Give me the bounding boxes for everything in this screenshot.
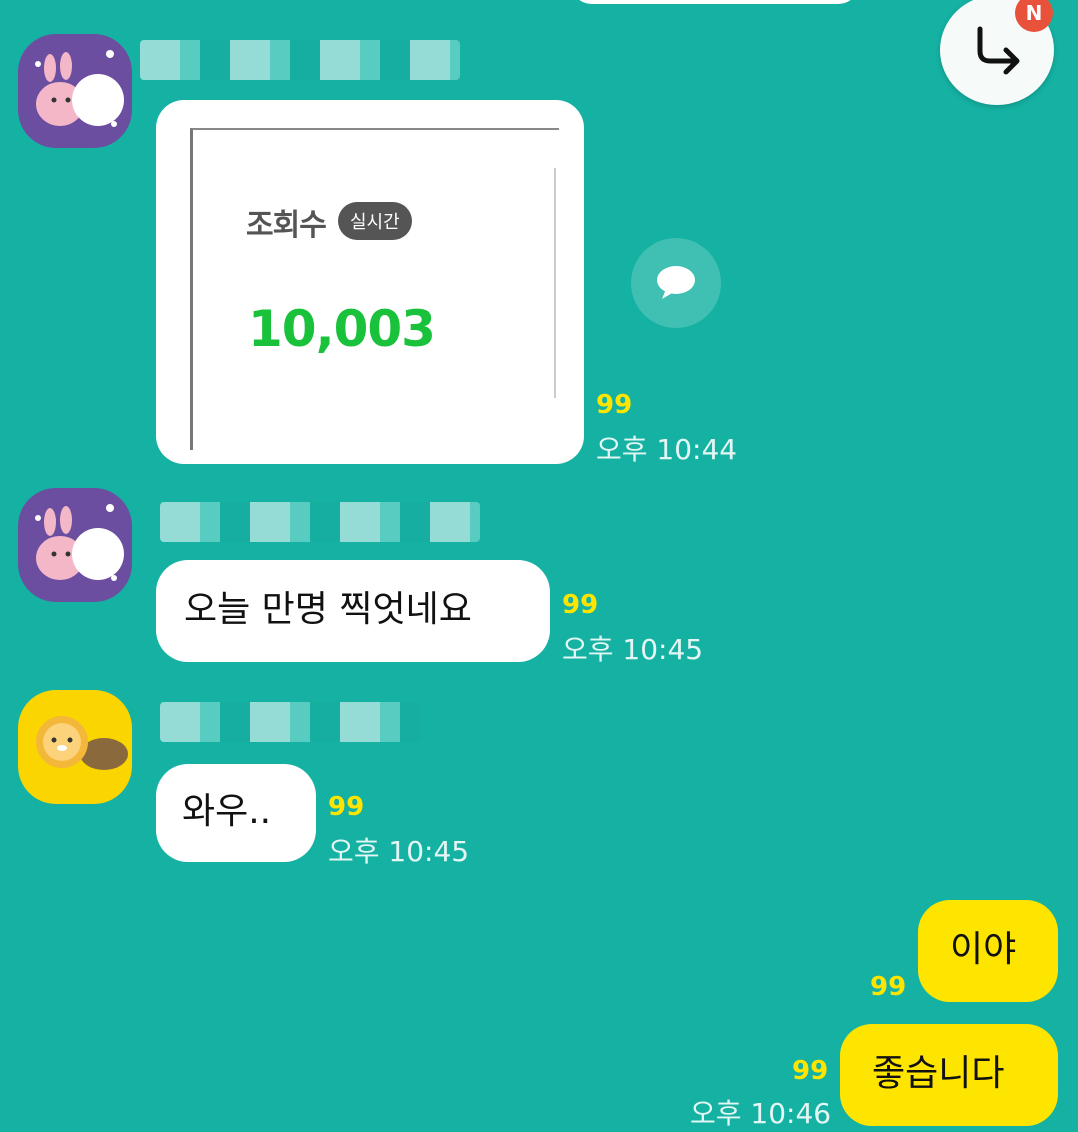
timestamp: 오후 10:45 [328,835,470,868]
rabbit-avatar-icon [35,50,124,127]
sender-name [160,702,420,742]
message-bubble[interactable]: 오늘 만명 찍엇네요 [156,560,550,662]
message-text: 이야 [950,929,1017,970]
share-chat-icon [657,266,695,299]
message-text: 오늘 만명 찍엇네요 [184,589,472,630]
lion-avatar-icon [36,716,128,770]
screenshot-edge [554,168,556,398]
read-count: 99 [596,390,633,420]
image-message[interactable]: 조회수 실시간 10,003 [156,100,584,464]
read-count: 99 [792,1056,829,1086]
sender-name [160,502,480,542]
timestamp: 오후 10:45 [562,633,704,666]
my-message-bubble[interactable]: 이야 [918,900,1058,1002]
read-count: 99 [328,792,365,822]
avatar[interactable] [18,690,132,804]
my-message-bubble[interactable]: 좋습니다 [840,1024,1058,1126]
message-text: 좋습니다 [872,1053,1005,1094]
message-text: 와우.. [182,791,272,832]
sender-name [140,40,460,80]
avatar[interactable] [18,34,132,148]
read-count: 99 [870,972,907,1002]
read-count: 99 [562,590,599,620]
reply-arrow-icon [977,26,1020,75]
share-button[interactable] [631,238,721,328]
previous-message-bubble[interactable] [570,0,860,4]
timestamp: 오후 10:44 [596,433,738,466]
views-count: 10,003 [248,300,436,358]
screenshot-frame [190,128,559,450]
timestamp: 오후 10:46 [690,1097,832,1130]
live-badge: 실시간 [338,202,412,240]
message-bubble[interactable]: 와우.. [156,764,316,862]
avatar[interactable] [18,488,132,602]
views-label: 조회수 [246,208,327,243]
rabbit-avatar-icon [35,504,124,581]
